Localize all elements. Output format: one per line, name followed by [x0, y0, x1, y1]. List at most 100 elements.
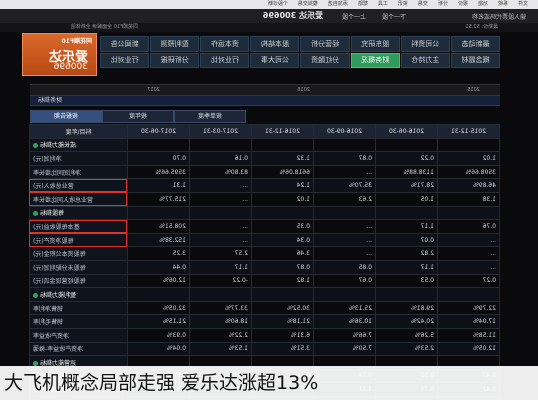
column-header: 2016-09-30: [313, 124, 376, 139]
nav-button[interactable]: 最新动态: [450, 36, 500, 52]
nav-button[interactable]: 资本运作: [200, 36, 250, 52]
menu-item[interactable]: 添加自选: [328, 1, 348, 7]
nav-button[interactable]: 分红融资: [300, 52, 350, 68]
nav-button[interactable]: 财务概况: [350, 52, 400, 68]
period-tab[interactable]: 按报告期: [30, 110, 102, 123]
table-cell: 2.57: [189, 246, 252, 261]
news-caption: 大飞机概念局部走强 爱乐达涨超13%: [0, 366, 538, 400]
nav-button[interactable]: 盈利预测: [150, 36, 200, 52]
table-cell: [437, 206, 500, 220]
table-cell: [375, 138, 438, 152]
period-tab[interactable]: 按单季度: [174, 110, 246, 123]
table-cell: 83.80%: [189, 165, 252, 179]
row-label[interactable]: 每股净资产(元): [29, 233, 128, 247]
table-cell: [251, 206, 314, 220]
table-cell: 6618.06%: [251, 165, 314, 179]
nav-button[interactable]: 公司资料: [400, 36, 450, 52]
menu-item[interactable]: 系统: [498, 1, 508, 7]
table-cell: 1.02: [251, 192, 314, 207]
search-hint[interactable]: 输入股票代码或名称: [472, 12, 526, 21]
row-label[interactable]: 营业总收入同比增长率: [29, 192, 128, 207]
table-cell: [251, 287, 314, 302]
table-cell: ...: [313, 233, 376, 247]
menu-item[interactable]: 模拟交易: [298, 1, 318, 7]
menu-item[interactable]: 帮助: [358, 1, 368, 7]
table-cell: 2.63: [313, 192, 376, 207]
row-label-text: 每股指标: [40, 210, 65, 218]
row-label-text: 每股未分配利润(元): [33, 264, 86, 272]
table-cell: ...: [189, 219, 252, 234]
table-cell: 32.05%: [127, 301, 190, 315]
prev-stock-button[interactable]: 上一个股: [342, 12, 366, 21]
row-label[interactable]: 营业总收入(元): [29, 178, 128, 193]
stock-logo: 同花顺F10 爱乐达 300696: [22, 33, 97, 76]
table-cell: 6.31%: [251, 328, 314, 342]
table-cell: 21.18%: [251, 314, 314, 329]
menu-item[interactable]: 分析: [438, 1, 448, 7]
f10-slogan: 同花顺F10 全面解读 全新体验: [70, 24, 138, 30]
row-label[interactable]: 销售毛利率: [29, 314, 128, 329]
table-cell: 1.02: [437, 151, 500, 166]
table-cell: 30.52%: [251, 301, 314, 315]
nav-button[interactable]: 行业对比: [100, 52, 150, 68]
table-row: 22.79% 29.81% 25.13% 30.52% 33.77% 32.05% 销售净利…: [29, 301, 500, 315]
row-label[interactable]: 盈利能力指标: [29, 287, 128, 302]
row-label[interactable]: 净利润同比增长率: [29, 165, 128, 179]
table-row: 1.38 1.05 2.63 1.02... 215.77% 营业总收入同比增长率: [29, 192, 500, 207]
next-stock-button[interactable]: 下一个股: [382, 12, 406, 21]
window-title: 爱乐达 300696: [262, 11, 323, 20]
menu-item[interactable]: 报价: [458, 1, 468, 7]
table-row: 成长能力指标: [29, 138, 500, 152]
menu-item[interactable]: 个股诊断: [268, 1, 288, 7]
row-label[interactable]: 销售净利率: [29, 301, 128, 315]
nav-button[interactable]: 行业对比: [200, 52, 250, 68]
menu-item[interactable]: 文件: [518, 1, 528, 7]
table-cell: 0.35: [251, 219, 314, 234]
row-label[interactable]: 净资产收益率-摊薄: [29, 342, 128, 356]
table-cell: 0.07: [375, 233, 438, 247]
row-label[interactable]: 净资产收益率: [29, 328, 128, 342]
group-expand-icon[interactable]: [33, 143, 38, 149]
period-tab[interactable]: 按年度: [102, 110, 174, 123]
table-cell: ...: [189, 233, 252, 247]
year-label: 2016: [297, 87, 310, 93]
row-label-text: 每股净资产(元): [33, 237, 74, 245]
nav-button[interactable]: 主力持仓: [400, 52, 450, 68]
f10-nav-grid: 最新动态 公司资料 股东研究 经营分析 股本结构 资本运作 盈利预测 新闻公告概念题材 主力持仓…: [100, 36, 500, 68]
nav-button[interactable]: 新闻公告: [100, 36, 150, 52]
nav-button[interactable]: 经营分析: [300, 36, 350, 52]
nav-button[interactable]: 公司大事: [250, 52, 300, 68]
table-cell: 0.76: [437, 219, 500, 234]
row-label[interactable]: 基本每股收益(元): [29, 219, 128, 234]
group-expand-icon[interactable]: [33, 292, 38, 298]
row-label[interactable]: 每股未分配利润(元): [29, 260, 128, 275]
table-cell: 1138.88%: [375, 165, 438, 179]
table-cell: 20.42%: [375, 314, 438, 329]
nav-button[interactable]: 分析研报: [150, 52, 200, 68]
row-label[interactable]: 净利润(元): [29, 151, 128, 166]
sub-navigation: 同花顺F10 全面解读 全新体验 最新价: 52.51: [0, 23, 538, 32]
menu-item[interactable]: 功能: [478, 1, 488, 7]
group-expand-icon[interactable]: [33, 211, 38, 217]
table-row: 3508.66% 1138.88%... 6618.06% 83.80% 3595.66…: [29, 165, 500, 179]
row-label-text: 成长能力指标: [40, 142, 77, 150]
table-cell: [189, 287, 252, 302]
table-cell: 5.26%: [375, 328, 438, 342]
table-cell: [375, 287, 438, 302]
table-cell: 17.04%: [437, 314, 500, 329]
nav-button[interactable]: 股本结构: [250, 36, 300, 52]
menu-bar: 文件 系统 功能 报价 分析 交易 资讯 工具 帮助 添加自选 模拟交易 个股诊断: [0, 0, 538, 9]
nav-button[interactable]: 概念题材: [450, 52, 500, 68]
menu-item[interactable]: 交易: [418, 1, 428, 7]
nav-button[interactable]: 股东研究: [350, 36, 400, 52]
menu-item[interactable]: 工具: [378, 1, 388, 7]
menu-item[interactable]: 资讯: [398, 1, 408, 7]
row-label[interactable]: 每股指标: [29, 206, 128, 220]
table-cell: 0.34: [251, 233, 314, 247]
financial-table: 2015-12-31 2016-06-30 2016-09-30 2016-12-31…: [29, 124, 500, 400]
row-label[interactable]: 成长能力指标: [29, 138, 128, 152]
table-cell: 28.71%: [375, 178, 438, 193]
row-label[interactable]: 每股经营现金流(元): [29, 274, 128, 288]
table-cell: ...: [189, 178, 252, 193]
row-label[interactable]: 每股资本公积金(元): [29, 246, 128, 261]
